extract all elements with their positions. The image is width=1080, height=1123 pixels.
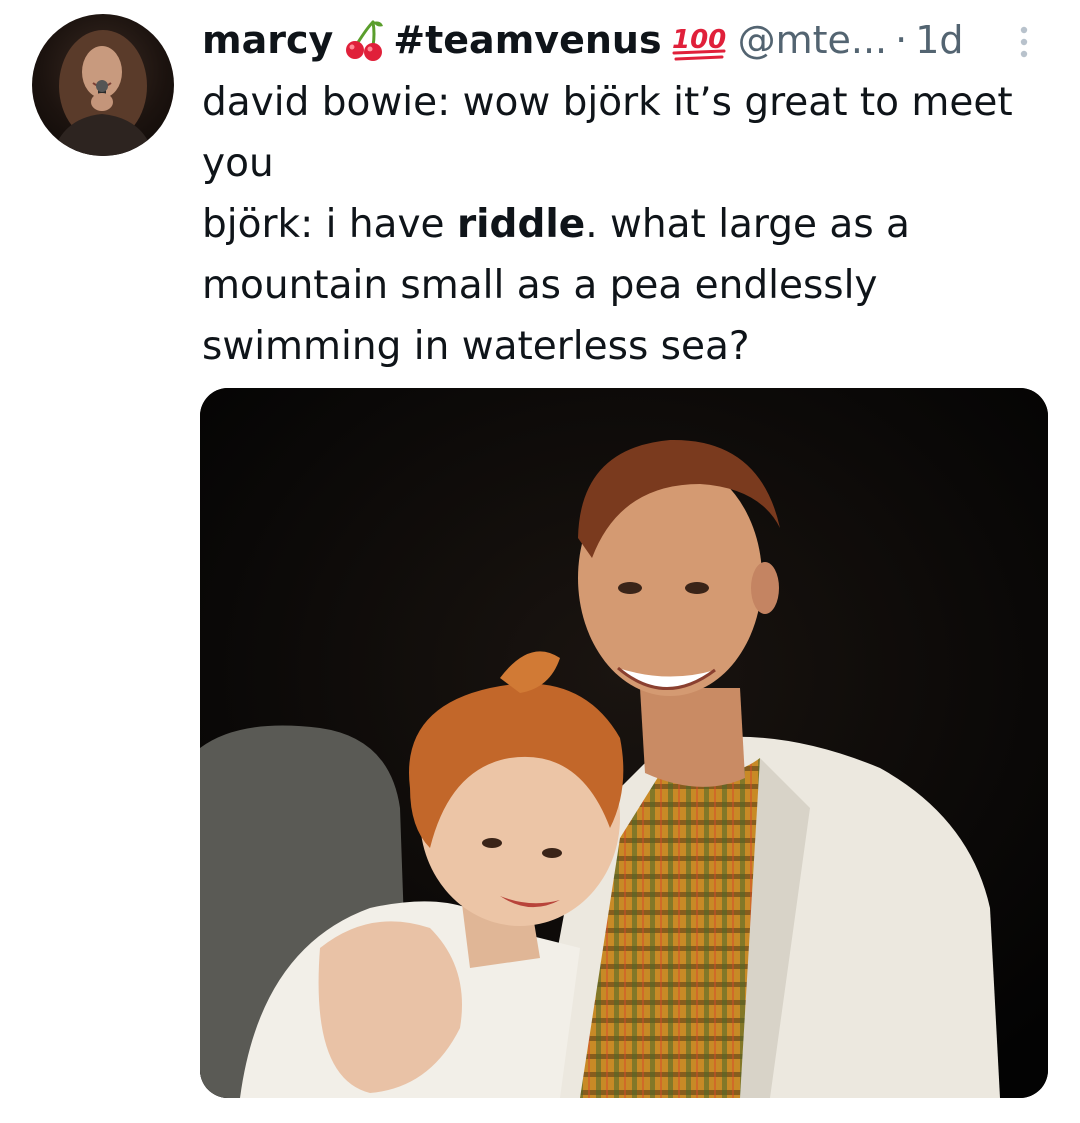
timestamp[interactable]: 1d [915,12,963,68]
avatar[interactable] [32,14,174,156]
separator-dot: · [895,18,908,62]
cherry-emoji-icon [343,18,387,62]
tweet[interactable]: marcy #teamvenus 100 @mte... · 1d david … [0,0,1080,1123]
tweet-text: david bowie: wow björk it’s great to mee… [202,72,1062,377]
hashtag[interactable]: #teamvenus [393,12,661,68]
tweet-text-prefix: björk: i have [202,202,457,247]
tweet-photo[interactable] [200,388,1048,1098]
tweet-header: marcy #teamvenus 100 @mte... · 1d [202,12,1042,68]
handle[interactable]: @mte... [738,12,888,68]
tweet-text-bold: riddle [456,202,586,247]
display-name[interactable]: marcy [202,12,333,68]
hundred-points-emoji-icon: 100 [670,18,730,62]
more-vertical-icon[interactable] [1010,22,1038,62]
tweet-text-line: david bowie: wow björk it’s great to mee… [202,80,1013,186]
tweet-text-line: björk: i have riddle. what large as a mo… [202,194,1062,377]
